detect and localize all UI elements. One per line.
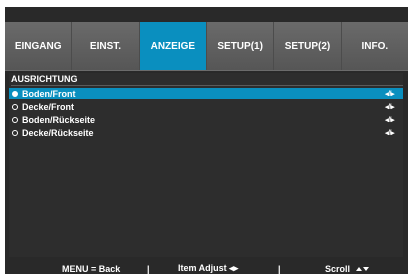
item-adjust-hint: Item Adjust ◂▸ (178, 263, 239, 273)
footer-hints: MENU = Back | Item Adjust ◂▸ | Scroll (5, 263, 408, 274)
option-label: Boden/Rückseite (22, 114, 96, 125)
adjust-arrows-icon: ◂//▸ (385, 129, 394, 137)
tab-bar: EINGANG EINST. ANZEIGE SETUP(1) SETUP(2)… (5, 22, 408, 70)
scroll-hint: Scroll (325, 263, 370, 274)
tab-divider (5, 70, 408, 71)
radio-icon (12, 103, 18, 110)
option-boden-rueckseite[interactable]: Boden/Rückseite ◂//▸ (9, 114, 403, 125)
tab-setup-1[interactable]: SETUP(1) (205, 22, 274, 70)
tab-einst[interactable]: EINST. (71, 22, 139, 70)
option-boden-front[interactable]: Boden/Front ◂//▸ (9, 88, 403, 99)
footer-separator: | (147, 263, 150, 274)
radio-selected-icon (12, 90, 18, 97)
menu-back-hint: MENU = Back (62, 263, 121, 274)
arrow-down-icon (363, 266, 370, 271)
adjust-arrows-icon: ◂//▸ (385, 116, 394, 124)
footer-separator: | (278, 263, 281, 274)
adjust-arrows-icon: ◂//▸ (385, 103, 394, 111)
tab-anzeige[interactable]: ANZEIGE (138, 22, 206, 70)
option-label: Boden/Front (22, 88, 76, 99)
tab-setup-2[interactable]: SETUP(2) (273, 22, 341, 70)
radio-icon (12, 116, 18, 123)
section-rule (11, 85, 403, 86)
osd-menu: EINGANG EINST. ANZEIGE SETUP(1) SETUP(2)… (0, 0, 414, 279)
tab-eingang[interactable]: EINGANG (5, 22, 72, 70)
tab-info[interactable]: INFO. (340, 22, 408, 70)
arrow-up-icon (356, 266, 363, 271)
scroll-label: Scroll (325, 263, 351, 274)
adjust-arrows-icon: ◂//▸ (385, 90, 394, 98)
option-label: Decke/Front (22, 101, 75, 112)
option-label: Decke/Rückseite (22, 127, 94, 138)
option-decke-front[interactable]: Decke/Front ◂//▸ (9, 101, 403, 112)
radio-icon (12, 129, 18, 136)
section-title: AUSRICHTUNG (11, 74, 78, 84)
option-decke-rueckseite[interactable]: Decke/Rückseite ◂//▸ (9, 127, 403, 138)
